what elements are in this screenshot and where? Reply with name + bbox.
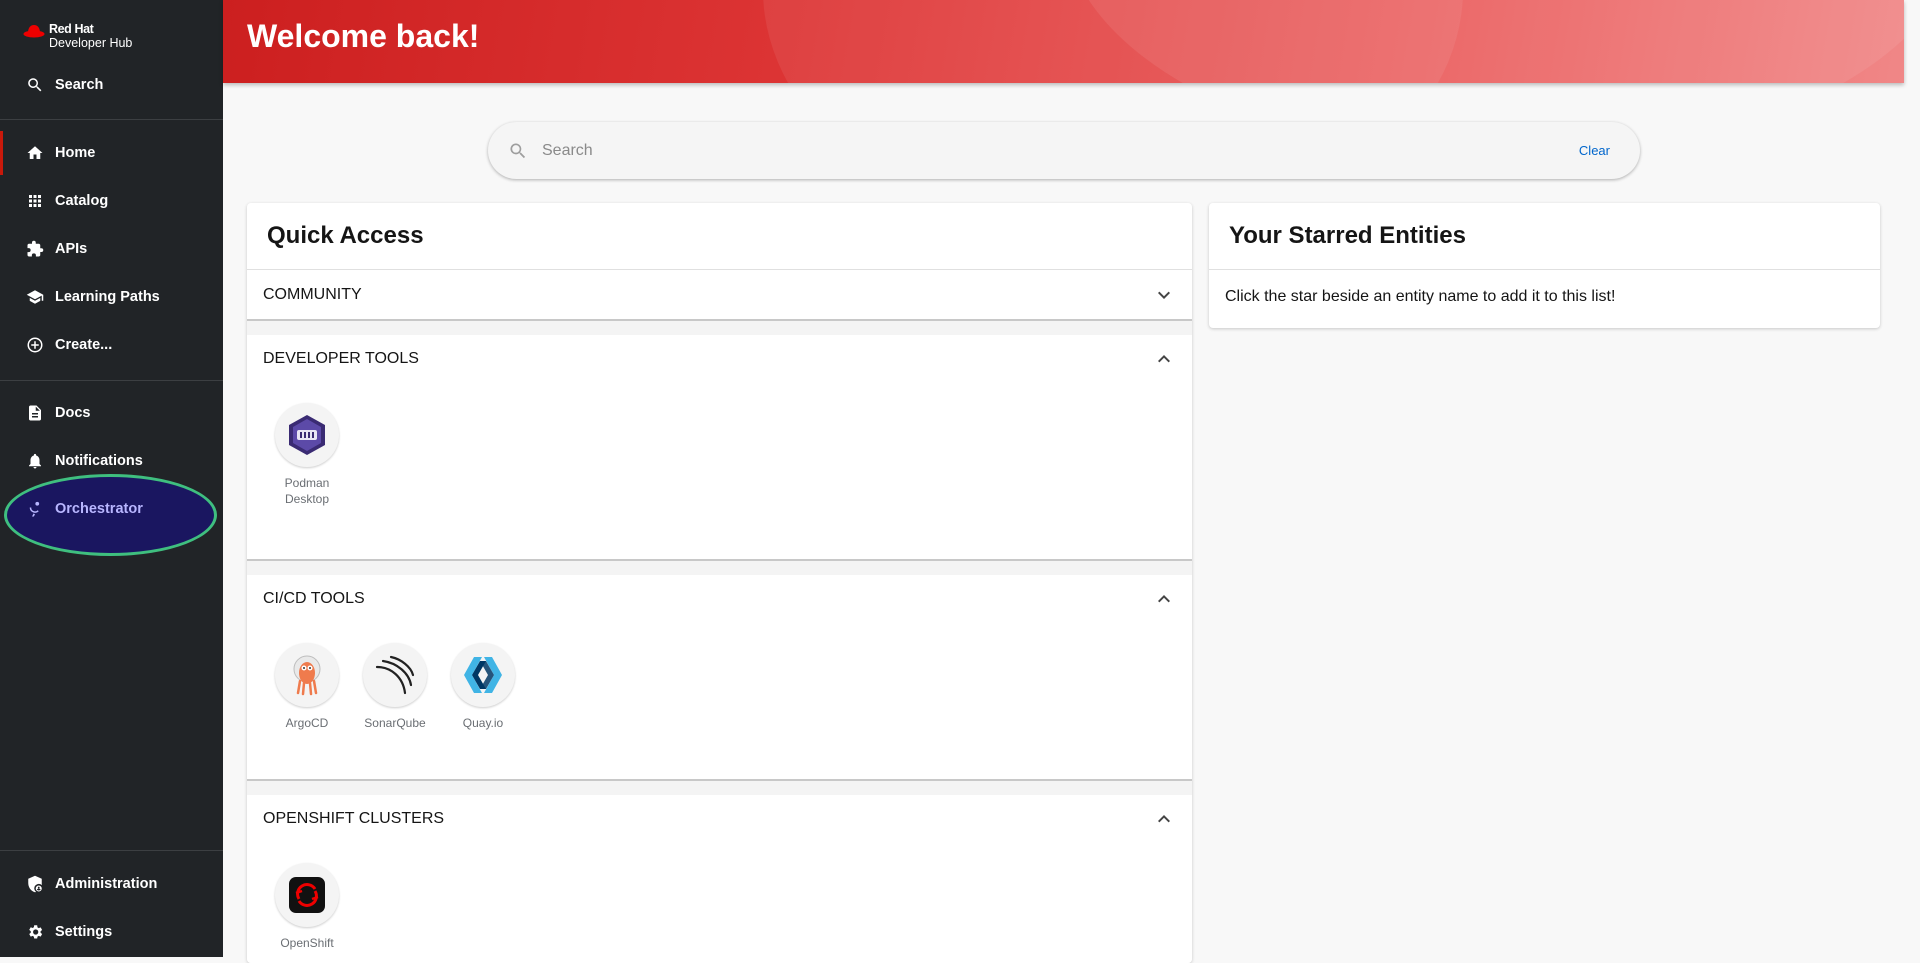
home-icon bbox=[25, 143, 45, 163]
sidebar-item-settings[interactable]: Settings bbox=[0, 910, 223, 954]
section-header[interactable]: COMMUNITY bbox=[247, 271, 1192, 319]
sidebar-item-catalog[interactable]: Catalog bbox=[0, 179, 223, 223]
section-openshift-clusters: OPENSHIFT CLUSTERS OpenShift bbox=[247, 795, 1192, 963]
chevron-up-icon bbox=[1152, 587, 1176, 611]
openshift-icon bbox=[275, 863, 339, 927]
add-circle-icon bbox=[25, 335, 45, 355]
tile-quay[interactable]: Quay.io bbox=[439, 643, 527, 731]
sidebar-item-label: Administration bbox=[55, 876, 158, 892]
section-title: OPENSHIFT CLUSTERS bbox=[263, 810, 445, 827]
search-icon bbox=[25, 75, 45, 95]
brand-line2: Developer Hub bbox=[49, 36, 133, 50]
welcome-banner: Welcome back! bbox=[223, 0, 1904, 83]
section-header[interactable]: DEVELOPER TOOLS bbox=[247, 335, 1192, 383]
sidebar-search[interactable]: Search bbox=[0, 63, 223, 107]
school-icon bbox=[25, 287, 45, 307]
chevron-up-icon bbox=[1152, 347, 1176, 371]
section-title: DEVELOPER TOOLS bbox=[263, 350, 419, 367]
quick-access-card: Quick Access COMMUNITY DEVELOPER TOOLS P… bbox=[247, 203, 1192, 963]
redhat-logo-icon bbox=[23, 25, 45, 38]
sidebar-item-docs[interactable]: Docs bbox=[0, 391, 223, 435]
tile-label: OpenShift bbox=[280, 936, 334, 950]
sidebar-item-label: Notifications bbox=[55, 453, 143, 469]
sidebar-item-home[interactable]: Home bbox=[0, 131, 223, 175]
sidebar-item-create[interactable]: Create... bbox=[0, 323, 223, 367]
search-input[interactable] bbox=[540, 135, 1579, 166]
sidebar-item-apis[interactable]: APIs bbox=[0, 227, 223, 271]
sidebar-item-label: Orchestrator bbox=[55, 501, 143, 517]
grid-icon bbox=[25, 191, 45, 211]
quay-icon bbox=[451, 643, 515, 707]
document-icon bbox=[25, 403, 45, 423]
page-title: Welcome back! bbox=[247, 18, 480, 54]
puzzle-icon bbox=[25, 239, 45, 259]
sidebar-item-label: Catalog bbox=[55, 193, 109, 209]
main-content: Welcome back! Clear Quick Access COMMUNI… bbox=[223, 0, 1904, 963]
argocd-icon bbox=[275, 643, 339, 707]
tile-label: Podman bbox=[284, 476, 330, 490]
quick-access-title: Quick Access bbox=[247, 203, 1192, 270]
brand-logo[interactable]: Red Hat Developer Hub bbox=[23, 22, 132, 50]
clear-button[interactable]: Clear bbox=[1579, 143, 1610, 158]
orchestrator-icon bbox=[25, 499, 45, 519]
section-title: COMMUNITY bbox=[263, 286, 362, 303]
section-cicd-tools: CI/CD TOOLS ArgoCD SonarQube Quay.io bbox=[247, 575, 1192, 781]
starred-empty-text: Click the star beside an entity name to … bbox=[1225, 288, 1616, 305]
chevron-down-icon bbox=[1152, 283, 1176, 307]
search-bar: Clear bbox=[488, 122, 1640, 179]
admin-icon bbox=[25, 874, 45, 894]
sidebar-item-label: Learning Paths bbox=[55, 289, 160, 305]
tile-label: Desktop bbox=[284, 492, 330, 506]
podman-icon bbox=[275, 403, 339, 467]
tile-label: Quay.io bbox=[462, 716, 504, 730]
section-developer-tools: DEVELOPER TOOLS Podman Desktop bbox=[247, 335, 1192, 561]
starred-title: Your Starred Entities bbox=[1209, 203, 1880, 270]
bell-icon bbox=[25, 451, 45, 471]
section-community: COMMUNITY bbox=[247, 271, 1192, 321]
sonarqube-icon bbox=[363, 643, 427, 707]
tile-sonarqube[interactable]: SonarQube bbox=[351, 643, 439, 731]
sidebar-item-label: Home bbox=[55, 145, 96, 161]
section-header[interactable]: OPENSHIFT CLUSTERS bbox=[247, 795, 1192, 843]
sidebar-item-administration[interactable]: Administration bbox=[0, 862, 223, 906]
starred-entities-card: Your Starred Entities Click the star bes… bbox=[1209, 203, 1880, 328]
tile-openshift[interactable]: OpenShift bbox=[263, 863, 351, 951]
section-header[interactable]: CI/CD TOOLS bbox=[247, 575, 1192, 623]
search-icon bbox=[508, 141, 528, 161]
sidebar-search-label: Search bbox=[55, 77, 104, 93]
tile-label: SonarQube bbox=[364, 716, 426, 730]
sidebar-item-label: APIs bbox=[55, 241, 88, 257]
sidebar-item-orchestrator[interactable]: Orchestrator bbox=[0, 487, 223, 531]
sidebar-item-label: Create... bbox=[55, 337, 113, 353]
tile-label: ArgoCD bbox=[285, 716, 329, 730]
tile-podman-desktop[interactable]: Podman Desktop bbox=[263, 403, 351, 507]
sidebar: Red Hat Developer Hub Search Home Catalo… bbox=[0, 0, 223, 957]
gear-icon bbox=[25, 922, 45, 942]
brand-line1: Red Hat bbox=[49, 22, 94, 36]
tile-argocd[interactable]: ArgoCD bbox=[263, 643, 351, 731]
section-title: CI/CD TOOLS bbox=[263, 590, 365, 607]
chevron-up-icon bbox=[1152, 807, 1176, 831]
sidebar-item-label: Settings bbox=[55, 924, 113, 940]
sidebar-item-label: Docs bbox=[55, 405, 91, 421]
sidebar-item-learning-paths[interactable]: Learning Paths bbox=[0, 275, 223, 319]
